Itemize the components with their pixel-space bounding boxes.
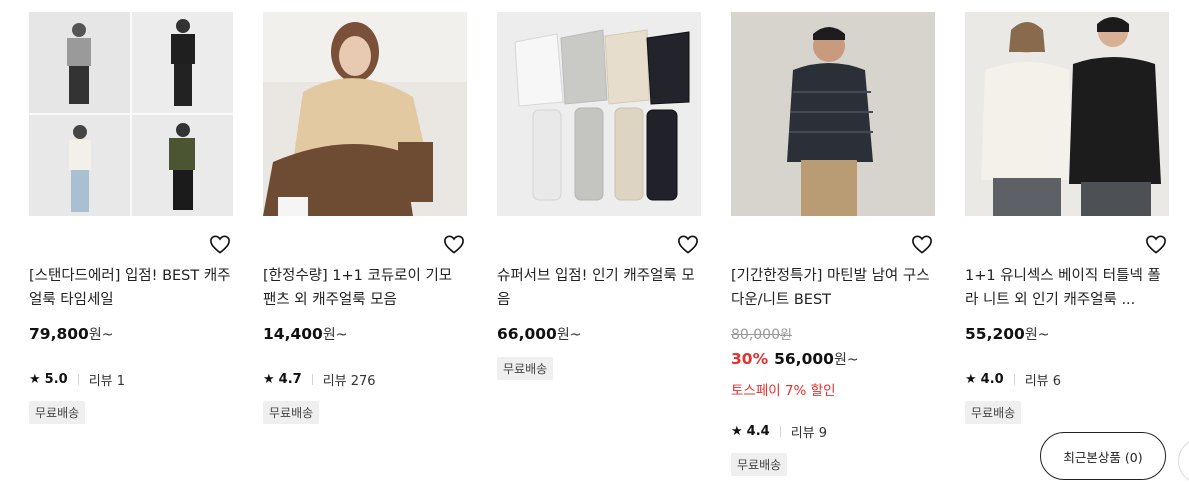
original-price: 80,000원 bbox=[731, 324, 792, 343]
star-icon: ★ bbox=[965, 372, 977, 387]
divider bbox=[311, 374, 313, 385]
rating-score: 4.7 bbox=[278, 372, 302, 387]
price-value: 56,000 bbox=[774, 350, 834, 368]
free-shipping-badge: 무료배송 bbox=[497, 357, 554, 380]
product-image[interactable] bbox=[29, 12, 233, 216]
product-title[interactable]: 1+1 유니섹스 베이직 터틀넥 폴라 니트 외 인기 캐주얼룩 ... bbox=[965, 264, 1169, 312]
product-card[interactable]: [한정수량] 1+1 코듀로이 기모 팬츠 외 캐주얼룩 모음 14,400원~… bbox=[263, 12, 467, 424]
free-shipping-badge: 무료배송 bbox=[965, 401, 1022, 424]
product-card[interactable]: [기간한정특가] 마틴발 남여 구스다운/니트 BEST 80,000원 30%… bbox=[731, 12, 935, 476]
product-card[interactable]: 1+1 유니섹스 베이직 터틀넥 폴라 니트 외 인기 캐주얼룩 ... 55,… bbox=[965, 12, 1169, 424]
divider bbox=[77, 374, 79, 385]
review-count: 리뷰 276 bbox=[322, 374, 376, 389]
product-price: 55,200원~ bbox=[965, 324, 1049, 344]
product-image[interactable] bbox=[731, 12, 935, 216]
price-value: 14,400 bbox=[263, 325, 323, 343]
product-rating: ★ 4.0 리뷰 6 bbox=[965, 370, 1061, 389]
product-rating: ★ 4.7 리뷰 276 bbox=[263, 370, 376, 389]
product-card[interactable]: [스탠다드에러] 입점! BEST 캐주얼룩 타임세일 79,800원~ ★ 5… bbox=[29, 12, 233, 424]
price-value: 66,000 bbox=[497, 325, 557, 343]
divider bbox=[1013, 374, 1015, 385]
original-price-value: 80,000 bbox=[731, 327, 780, 343]
product-title[interactable]: [한정수량] 1+1 코듀로이 기모 팬츠 외 캐주얼룩 모음 bbox=[263, 264, 467, 312]
product-price: 30% 56,000원~ bbox=[731, 349, 859, 369]
price-value: 79,800 bbox=[29, 325, 89, 343]
star-icon: ★ bbox=[263, 372, 275, 387]
price-unit: 원~ bbox=[322, 327, 348, 343]
review-count: 리뷰 6 bbox=[1024, 374, 1062, 389]
heart-outline-icon[interactable] bbox=[677, 234, 699, 254]
scroll-top-button[interactable] bbox=[1178, 438, 1189, 484]
product-rating: ★ 4.4 리뷰 9 bbox=[731, 422, 827, 441]
price-value: 55,200 bbox=[965, 325, 1025, 343]
price-unit: 원~ bbox=[833, 352, 859, 368]
heart-outline-icon[interactable] bbox=[1145, 234, 1167, 254]
review-count: 리뷰 1 bbox=[88, 374, 126, 389]
rating-score: 4.4 bbox=[746, 424, 770, 439]
free-shipping-badge: 무료배송 bbox=[29, 401, 86, 424]
price-unit: 원~ bbox=[556, 327, 582, 343]
heart-outline-icon[interactable] bbox=[911, 234, 933, 254]
promo-text: 토스페이 7% 할인 bbox=[731, 383, 836, 399]
star-icon: ★ bbox=[731, 424, 743, 439]
star-icon: ★ bbox=[29, 372, 41, 387]
original-price-unit: 원 bbox=[780, 328, 792, 343]
product-price: 66,000원~ bbox=[497, 324, 581, 344]
product-rating: ★ 5.0 리뷰 1 bbox=[29, 370, 125, 389]
heart-outline-icon[interactable] bbox=[209, 234, 231, 254]
free-shipping-badge: 무료배송 bbox=[263, 401, 320, 424]
price-unit: 원~ bbox=[1024, 327, 1050, 343]
recent-viewed-button[interactable]: 최근본상품 (0) bbox=[1040, 432, 1166, 480]
divider bbox=[779, 426, 781, 437]
price-unit: 원~ bbox=[88, 327, 114, 343]
product-image[interactable] bbox=[263, 12, 467, 216]
rating-score: 5.0 bbox=[44, 372, 68, 387]
product-title[interactable]: [기간한정특가] 마틴발 남여 구스다운/니트 BEST bbox=[731, 264, 935, 312]
product-price: 79,800원~ bbox=[29, 324, 113, 344]
product-price: 14,400원~ bbox=[263, 324, 347, 344]
heart-outline-icon[interactable] bbox=[443, 234, 465, 254]
product-image[interactable] bbox=[497, 12, 701, 216]
product-grid: [스탠다드에러] 입점! BEST 캐주얼룩 타임세일 79,800원~ ★ 5… bbox=[29, 12, 1169, 476]
product-card[interactable]: 슈퍼서브 입점! 인기 캐주얼룩 모음 66,000원~ 무료배송 bbox=[497, 12, 701, 380]
product-title[interactable]: 슈퍼서브 입점! 인기 캐주얼룩 모음 bbox=[497, 264, 701, 312]
product-title[interactable]: [스탠다드에러] 입점! BEST 캐주얼룩 타임세일 bbox=[29, 264, 233, 312]
product-image[interactable] bbox=[965, 12, 1169, 216]
free-shipping-badge: 무료배송 bbox=[731, 453, 788, 476]
rating-score: 4.0 bbox=[980, 372, 1004, 387]
discount-rate: 30% bbox=[731, 350, 769, 368]
review-count: 리뷰 9 bbox=[790, 426, 828, 441]
